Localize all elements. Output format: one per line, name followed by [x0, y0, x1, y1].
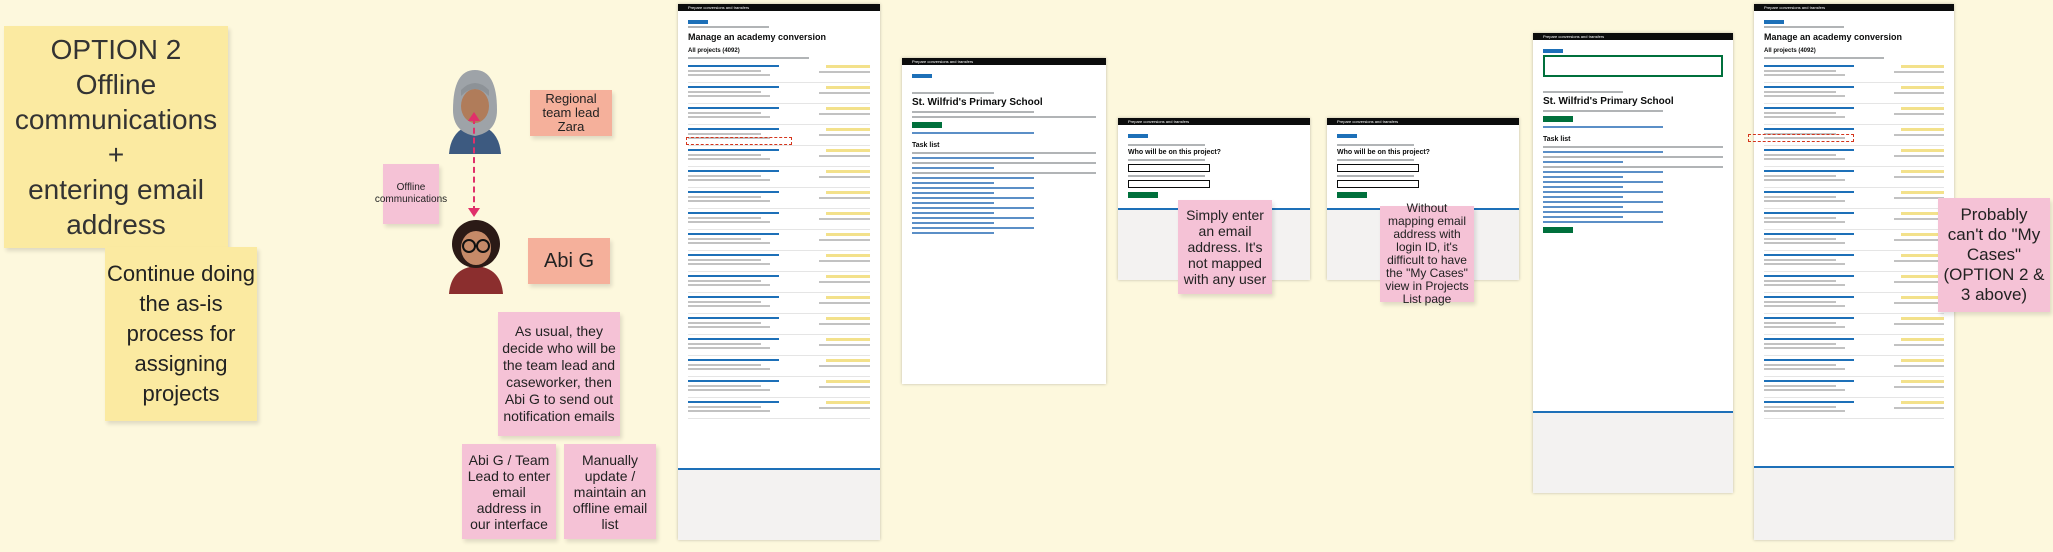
continue-button[interactable] [1337, 192, 1367, 198]
project-row[interactable] [1764, 146, 1944, 167]
project-row[interactable] [688, 314, 870, 335]
school-title: St. Wilfrid's Primary School [1543, 96, 1674, 107]
manage-conversion-screenshot-after: Prepare conversions and transfers Manage… [1754, 4, 1954, 540]
arrow-up-icon [468, 112, 480, 121]
without-mapping-text: Without mapping email address with login… [1385, 201, 1469, 306]
abi-g-label: Abi G [528, 238, 610, 284]
project-row[interactable] [1764, 314, 1944, 335]
offline-communications-note: Offline communications [375, 164, 447, 224]
project-row[interactable] [1764, 104, 1944, 125]
project-row[interactable] [688, 377, 870, 398]
project-row[interactable] [1764, 62, 1944, 83]
project-row[interactable] [1764, 335, 1944, 356]
start-button[interactable] [912, 122, 942, 128]
project-row[interactable] [688, 398, 870, 419]
female-glasses-avatar-icon [449, 220, 503, 294]
manage-title: Manage an academy conversion [688, 32, 827, 42]
arrow-down-icon [468, 208, 480, 217]
as-usual-note: As usual, they decide who will be the te… [498, 312, 620, 436]
project-row[interactable] [688, 335, 870, 356]
abi-g-text: Abi G [543, 249, 595, 272]
manage-conversion-screenshot: Prepare conversions and transfers Manage… [678, 4, 880, 540]
probably-note-text: Probably can't do "My Cases" (OPTION 2 &… [1943, 205, 2045, 304]
app-header-bar: Prepare conversions and transfers [1754, 4, 1954, 11]
project-row[interactable] [1764, 272, 1944, 293]
project-row[interactable] [1764, 188, 1944, 209]
abi-enter-text: Abi G / Team Lead to enter email address… [467, 451, 551, 532]
highlight-marker [1748, 134, 1854, 142]
project-row[interactable] [1764, 293, 1944, 314]
project-row[interactable] [1764, 230, 1944, 251]
project-row[interactable] [1764, 83, 1944, 104]
project-row[interactable] [688, 356, 870, 377]
app-header-bar: Prepare conversions and transfers [1327, 118, 1519, 125]
email-field[interactable] [1128, 164, 1210, 172]
simply-enter-email-note: Simply enter an email address. It's not … [1178, 200, 1272, 294]
highlight-marker [686, 137, 792, 145]
all-projects-heading: All projects (4092) [688, 48, 740, 54]
female-hijab-avatar-icon [449, 70, 501, 154]
school-title: St. Wilfrid's Primary School [912, 97, 1043, 108]
offline-note-text: Offline communications [374, 182, 448, 205]
start-button[interactable] [1543, 116, 1573, 122]
project-row[interactable] [1764, 398, 1944, 419]
continue-note: Continue doing the as-is process for ass… [105, 247, 257, 421]
task-list-heading: Task list [1543, 136, 1571, 143]
app-header-bar: Prepare conversions and transfers [1118, 118, 1310, 125]
project-row[interactable] [688, 188, 870, 209]
school-task-list-screenshot-after: Prepare conversions and transfers St. Wi… [1533, 33, 1733, 493]
option-title-note: OPTION 2 Offline communications + enteri… [4, 26, 228, 248]
project-row[interactable] [688, 230, 870, 251]
continue-button[interactable] [1128, 192, 1158, 198]
regional-lead-text: Regional team lead Zara [542, 91, 600, 134]
all-projects-heading: All projects (4092) [1764, 48, 1816, 54]
page-footer [1754, 466, 1954, 540]
project-row[interactable] [688, 272, 870, 293]
project-row[interactable] [688, 209, 870, 230]
probably-cant-note: Probably can't do "My Cases" (OPTION 2 &… [1938, 198, 2050, 312]
project-row[interactable] [1764, 209, 1944, 230]
project-row[interactable] [688, 146, 870, 167]
page-footer [678, 468, 880, 540]
school-task-list-screenshot: Prepare conversions and transfers St. Wi… [902, 58, 1106, 384]
email-field[interactable] [1337, 180, 1419, 188]
who-will-be-heading: Who will be on this project? [1128, 149, 1221, 156]
abi-enter-email-note: Abi G / Team Lead to enter email address… [462, 444, 556, 539]
communication-link-line [473, 118, 475, 212]
project-row[interactable] [1764, 251, 1944, 272]
without-mapping-note: Without mapping email address with login… [1380, 202, 1474, 306]
as-usual-text: As usual, they decide who will be the te… [502, 323, 616, 424]
project-row[interactable] [688, 293, 870, 314]
project-row[interactable] [688, 83, 870, 104]
page-footer [1533, 411, 1733, 493]
project-row[interactable] [688, 62, 870, 83]
manage-title: Manage an academy conversion [1764, 32, 1903, 42]
project-row[interactable] [688, 104, 870, 125]
success-banner [1543, 55, 1723, 77]
app-header-bar: Prepare conversions and transfers [902, 58, 1106, 65]
project-row[interactable] [1764, 167, 1944, 188]
project-row[interactable] [688, 251, 870, 272]
option-title-text: OPTION 2 Offline communications + enteri… [14, 34, 218, 240]
who-will-be-heading: Who will be on this project? [1337, 149, 1430, 156]
email-field[interactable] [1128, 180, 1210, 188]
simply-note-text: Simply enter an email address. It's not … [1183, 207, 1267, 287]
continue-note-text: Continue doing the as-is process for ass… [106, 261, 255, 406]
project-row[interactable] [1764, 356, 1944, 377]
project-row[interactable] [1764, 377, 1944, 398]
app-header-bar: Prepare conversions and transfers [678, 4, 880, 11]
project-row[interactable] [688, 167, 870, 188]
regional-lead-label: Regional team lead Zara [530, 90, 612, 136]
generate-button[interactable] [1543, 227, 1573, 233]
app-header-bar: Prepare conversions and transfers [1533, 33, 1733, 40]
task-list-heading: Task list [912, 142, 940, 149]
manual-note-text: Manually update / maintain an offline em… [572, 451, 648, 532]
email-field[interactable] [1337, 164, 1419, 172]
manual-list-note: Manually update / maintain an offline em… [564, 444, 656, 539]
